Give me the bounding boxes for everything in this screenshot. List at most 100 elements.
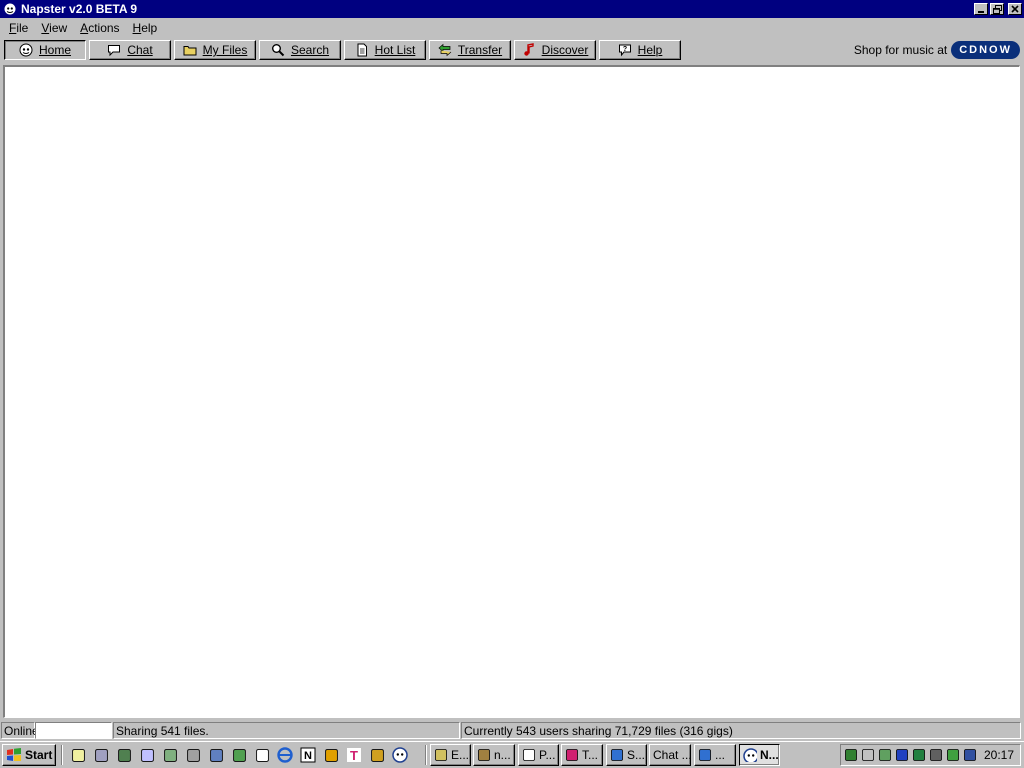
napster-icon[interactable] (392, 747, 408, 763)
system-tray: 20:17 (840, 744, 1021, 766)
toolbar-button-label: Help (637, 43, 663, 57)
tools-icon[interactable] (185, 747, 201, 763)
globe-icon[interactable] (878, 748, 892, 762)
money-icon[interactable] (162, 747, 178, 763)
toolbar-button-search[interactable]: Search (259, 40, 341, 60)
virus-shield-icon[interactable] (946, 748, 960, 762)
minimize-icon (978, 10, 984, 13)
status-sharing: Sharing 541 files. (113, 722, 460, 739)
monitor-icon[interactable] (208, 747, 224, 763)
music-note-icon (522, 43, 536, 57)
taskbar-task-button[interactable]: ... (694, 744, 736, 766)
taskbar-task-label: Chat ... (653, 748, 691, 762)
menu-file[interactable]: File (4, 21, 33, 35)
speech-bubble-icon (107, 43, 121, 57)
taskbar-task-label: N... (760, 748, 779, 762)
taskbar-task-button[interactable]: E... (430, 744, 471, 766)
toolbar-button-label: Chat (127, 43, 153, 57)
status-progress-field (35, 722, 112, 739)
network-icon[interactable] (912, 748, 926, 762)
ie-icon (698, 748, 712, 762)
transfer-arrows-icon (438, 43, 452, 57)
window-title: Napster v2.0 BETA 9 (21, 2, 138, 16)
taskbar-task-button[interactable]: Chat ... (649, 744, 691, 766)
napster-icon (743, 748, 757, 762)
winamp-icon[interactable] (323, 747, 339, 763)
toolbar-button-my-files[interactable]: My Files (174, 40, 256, 60)
gear-icon[interactable] (231, 747, 247, 763)
pencil-icon[interactable] (369, 747, 385, 763)
computer-icon[interactable] (93, 747, 109, 763)
toolbar-button-label: Hot List (374, 43, 416, 57)
shop-text: Shop for music at (853, 43, 948, 57)
eye-icon[interactable] (895, 748, 909, 762)
toolbar-button-hot-list[interactable]: Hot List (344, 40, 426, 60)
internet-explorer-icon[interactable] (277, 747, 293, 763)
toolbar-button-chat[interactable]: Chat (89, 40, 171, 60)
toolbar-button-discover[interactable]: Discover (514, 40, 596, 60)
document-icon (355, 43, 369, 57)
taskbar-task-label: E... (451, 748, 470, 762)
svg-text:?: ? (623, 46, 627, 53)
document-icon (522, 748, 536, 762)
magnifier-icon (271, 43, 285, 57)
help-bubble-icon: ? (618, 43, 632, 57)
status-connection: Online (1, 722, 39, 739)
taskbar-task-label: T... (582, 748, 599, 762)
taskbar-task-button[interactable]: P... (518, 744, 559, 766)
taskbar-task-button[interactable]: n... (473, 744, 515, 766)
cdnow-logo[interactable]: CDNOW (951, 41, 1020, 59)
taskbar-task-label: P... (539, 748, 556, 762)
taskbar-task-label: ... (715, 748, 726, 762)
network-icon[interactable] (116, 747, 132, 763)
shop-promo[interactable]: Shop for music at CDNOW (854, 40, 1020, 60)
close-button[interactable] (1008, 3, 1022, 15)
toolbar-button-label: Transfer (457, 43, 503, 57)
notepad-icon[interactable] (70, 747, 86, 763)
dragon-icon[interactable] (844, 748, 858, 762)
svg-text:N: N (304, 750, 312, 762)
status-bar: Online Sharing 541 files. Currently 543 … (0, 721, 1024, 740)
netscape-icon[interactable]: N (300, 747, 316, 763)
toolbar-button-label: Search (290, 43, 330, 57)
taskbar-task-button[interactable]: S... (606, 744, 647, 766)
close-icon (1011, 5, 1019, 13)
calendar-icon[interactable] (139, 747, 155, 763)
folder-icon (183, 43, 197, 57)
start-button[interactable]: Start (2, 744, 56, 766)
menu-view[interactable]: View (36, 21, 72, 35)
menu-help[interactable]: Help (128, 21, 163, 35)
napster-cat-icon[interactable] (3, 2, 17, 16)
toolbar-button-help[interactable]: ? Help (599, 40, 681, 60)
t-icon[interactable]: T (346, 747, 362, 763)
clock[interactable]: 20:17 (984, 748, 1014, 762)
restore-icon (992, 4, 1002, 14)
toolbar-button-home[interactable]: Home (4, 40, 86, 60)
toolbar-button-transfer[interactable]: Transfer (429, 40, 511, 60)
start-label: Start (25, 748, 53, 762)
toolbar-button-label: Home (38, 43, 71, 57)
taskbar-task-label: n... (494, 748, 511, 762)
svg-text:T: T (350, 748, 358, 763)
taskbar-task-button[interactable]: N... (739, 744, 780, 766)
taskbar-task-label: S... (627, 748, 646, 762)
taskbar-task-button[interactable]: T... (561, 744, 603, 766)
napster-cat-icon (19, 43, 33, 57)
explorer-icon (434, 748, 448, 762)
toolbar-button-label: My Files (202, 43, 248, 57)
plug-icon[interactable] (929, 748, 943, 762)
napster-icon[interactable] (963, 748, 977, 762)
title-bar[interactable]: Napster v2.0 BETA 9 (0, 0, 1024, 18)
ie-icon (610, 748, 624, 762)
menu-bar: File View Actions Help (0, 18, 1024, 37)
minimize-button[interactable] (974, 3, 988, 15)
taskbar: Start N T E... n... P... T... S... Chat ......… (0, 741, 1024, 768)
toolbar-button-label: Discover (541, 43, 589, 57)
restore-button[interactable] (990, 3, 1004, 15)
menu-actions[interactable]: Actions (75, 21, 124, 35)
tool-icon (477, 748, 491, 762)
logitech-icon[interactable] (254, 747, 270, 763)
taskbar-separator (61, 745, 63, 765)
home-content-pane[interactable] (3, 65, 1020, 718)
speaker-icon[interactable] (861, 748, 875, 762)
